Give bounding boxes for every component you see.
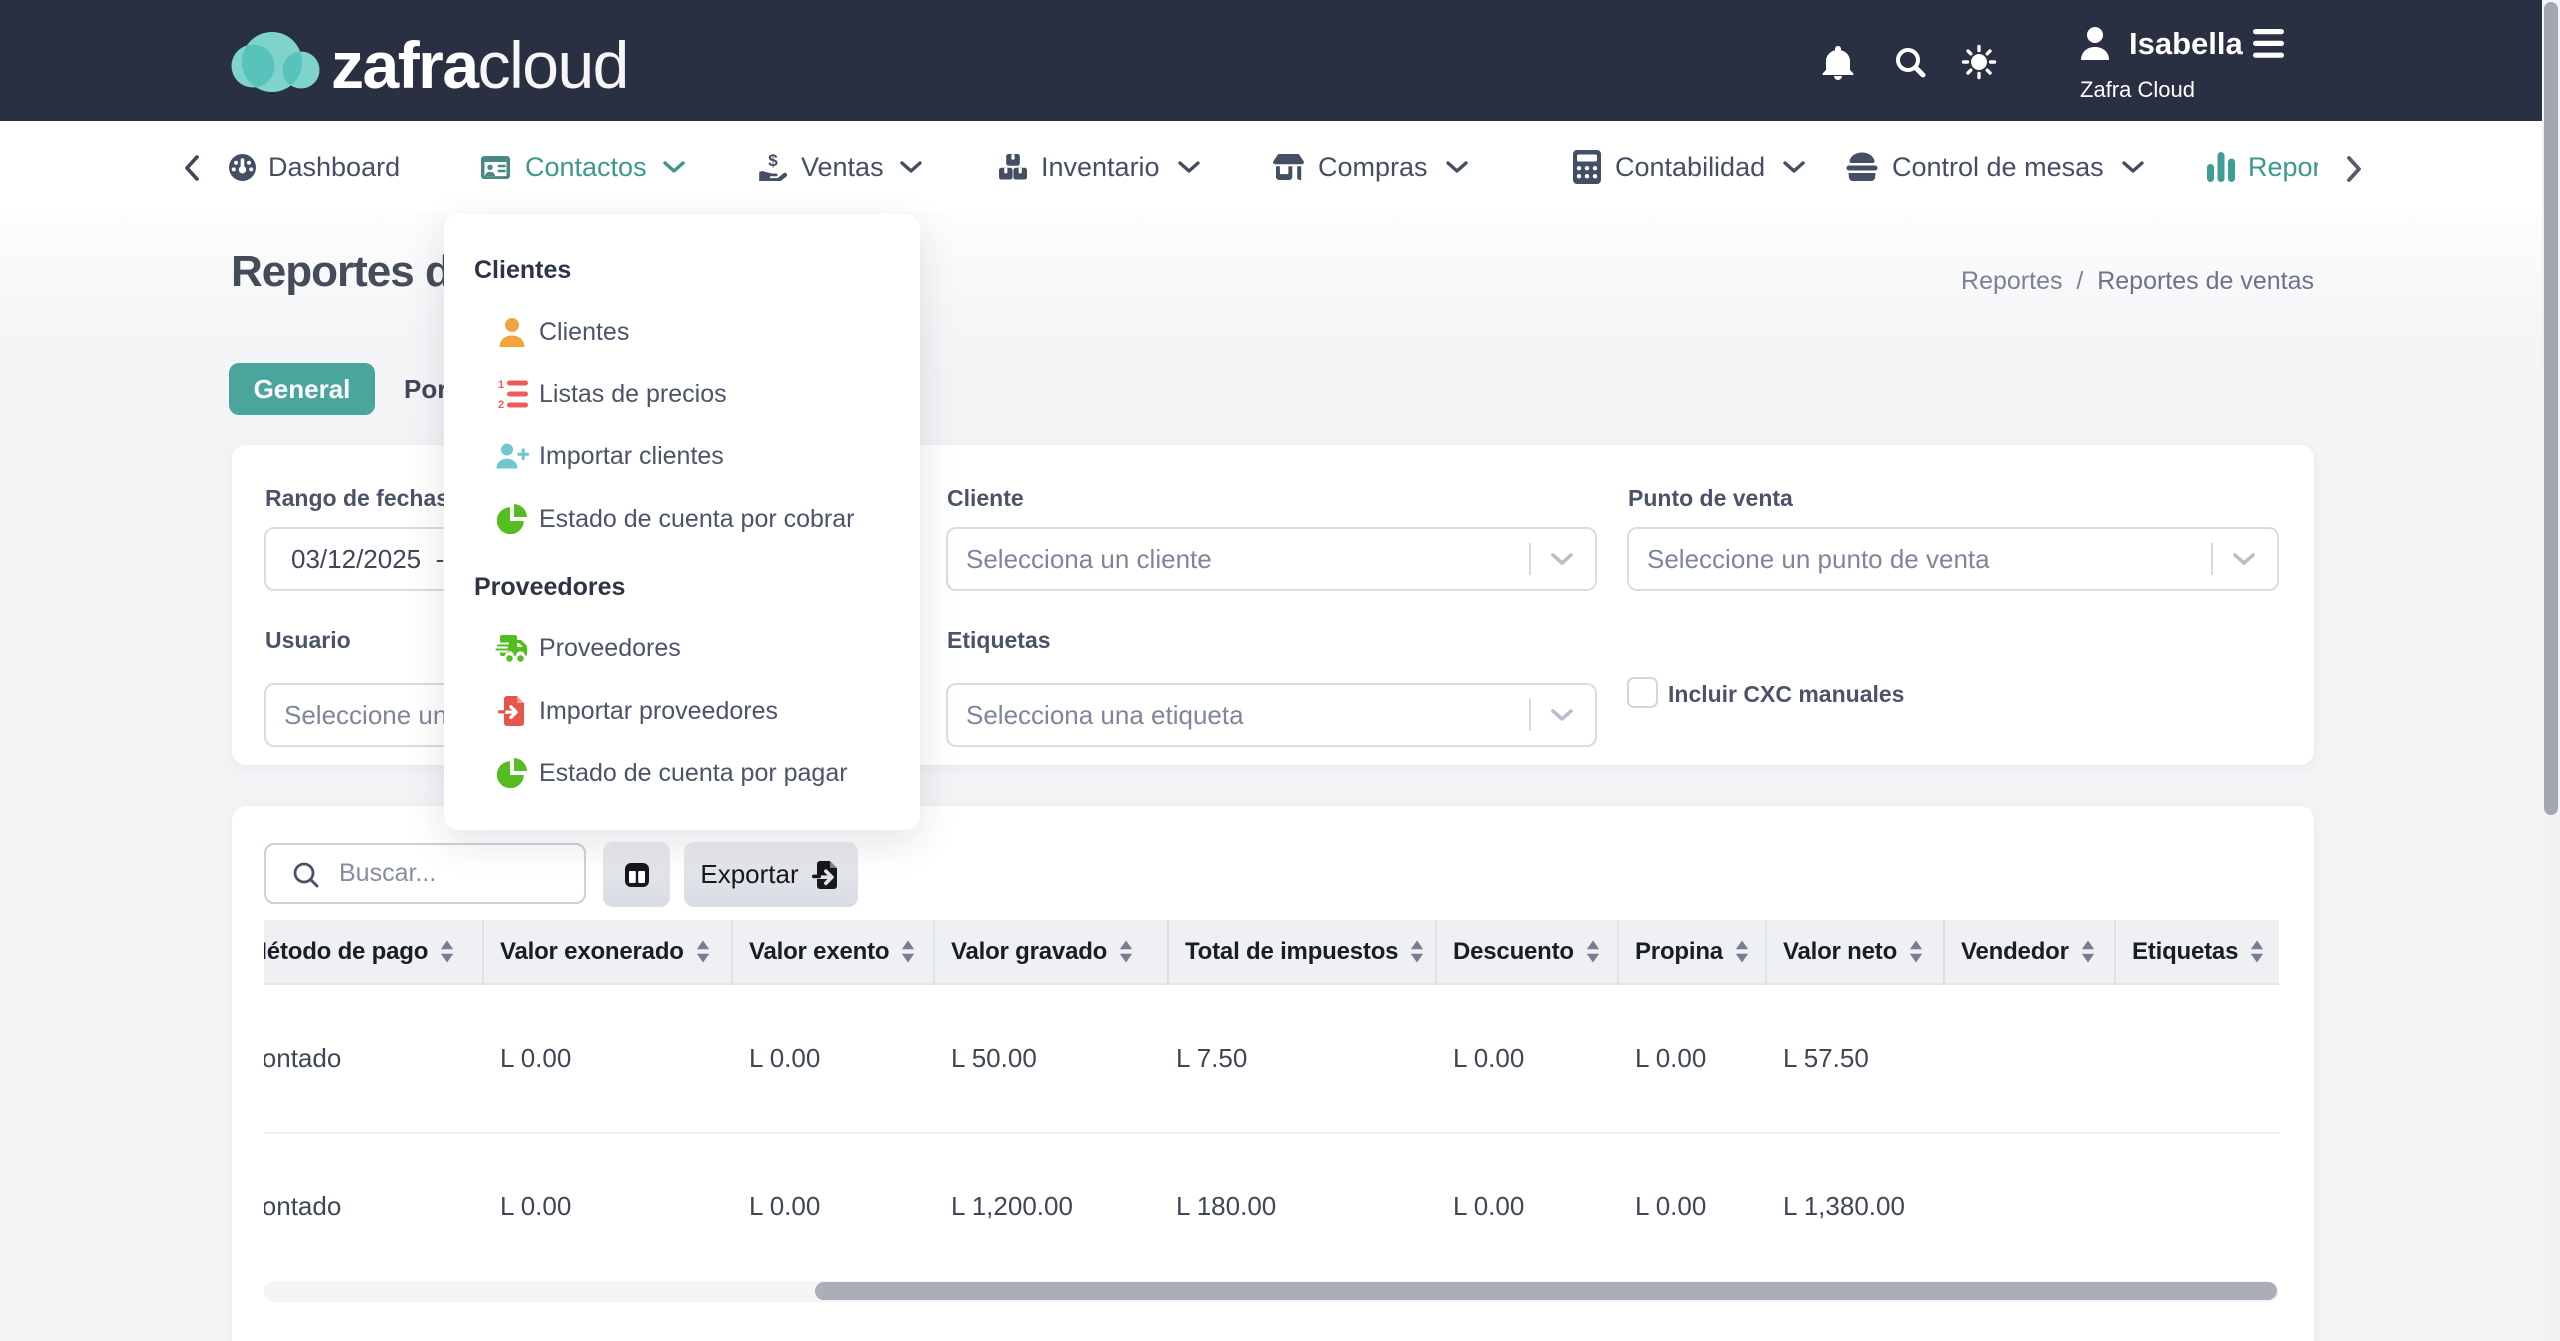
svg-text:2: 2: [498, 399, 504, 409]
svg-text:1: 1: [498, 379, 504, 391]
svg-text:$: $: [768, 153, 778, 170]
